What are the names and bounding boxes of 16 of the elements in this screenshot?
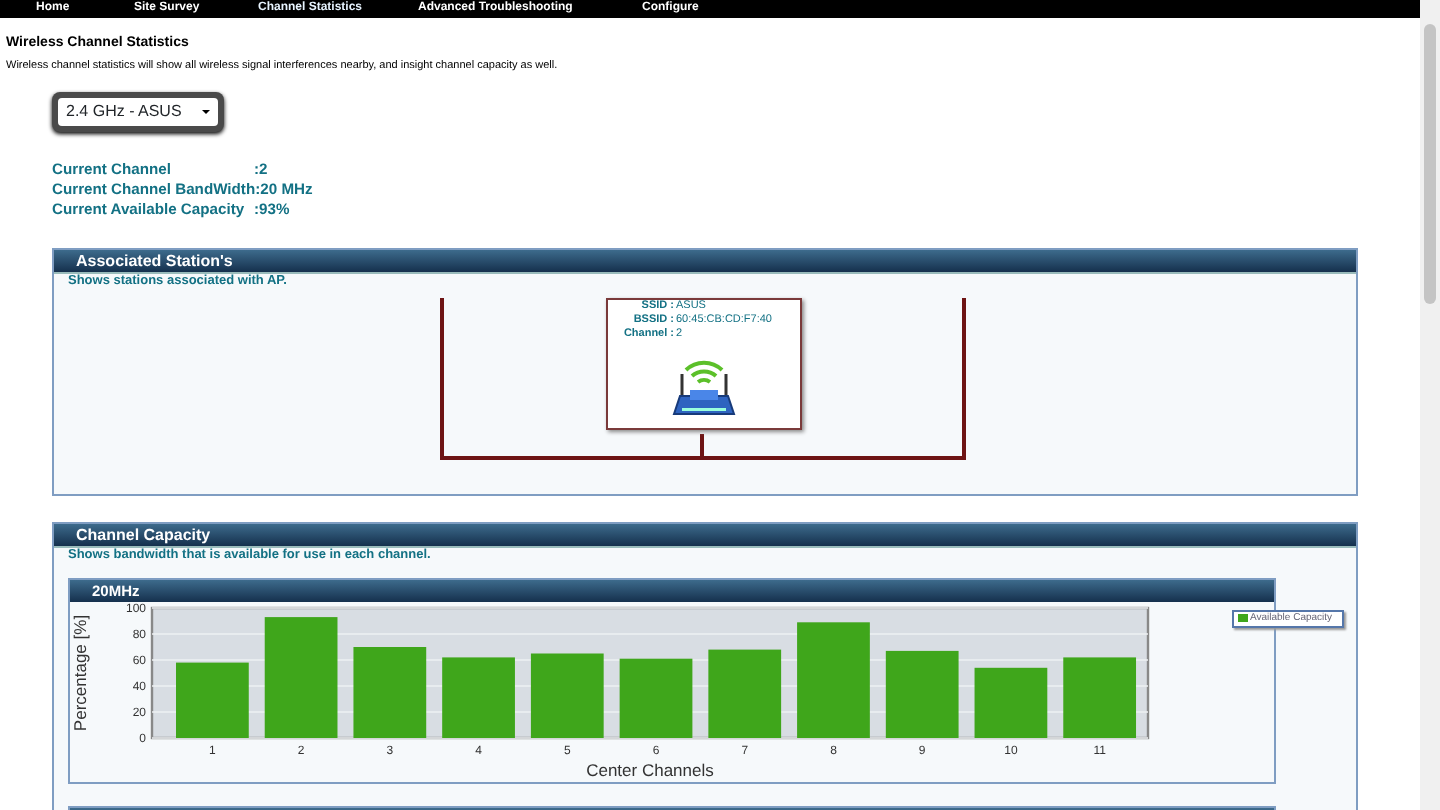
chart-bar bbox=[264, 616, 338, 738]
chart-bar bbox=[974, 667, 1048, 738]
chart-bar bbox=[353, 646, 427, 738]
chart-bar bbox=[442, 656, 515, 738]
band-select[interactable]: 2.4 GHz - ASUS bbox=[52, 91, 224, 132]
x-axis-label: Center Channels bbox=[586, 759, 714, 780]
chart-bar bbox=[619, 658, 693, 738]
section-header: Associated Station's bbox=[54, 249, 1356, 274]
y-axis-label: Percentage [%] bbox=[70, 614, 90, 731]
chart-bar bbox=[708, 649, 782, 738]
section-header: Channel Capacity bbox=[54, 523, 1356, 548]
chart-bar bbox=[176, 662, 249, 738]
chart-bar bbox=[885, 650, 959, 738]
chart-bar bbox=[1063, 656, 1137, 738]
chart-bar bbox=[530, 653, 604, 738]
chart-bar bbox=[797, 621, 870, 738]
